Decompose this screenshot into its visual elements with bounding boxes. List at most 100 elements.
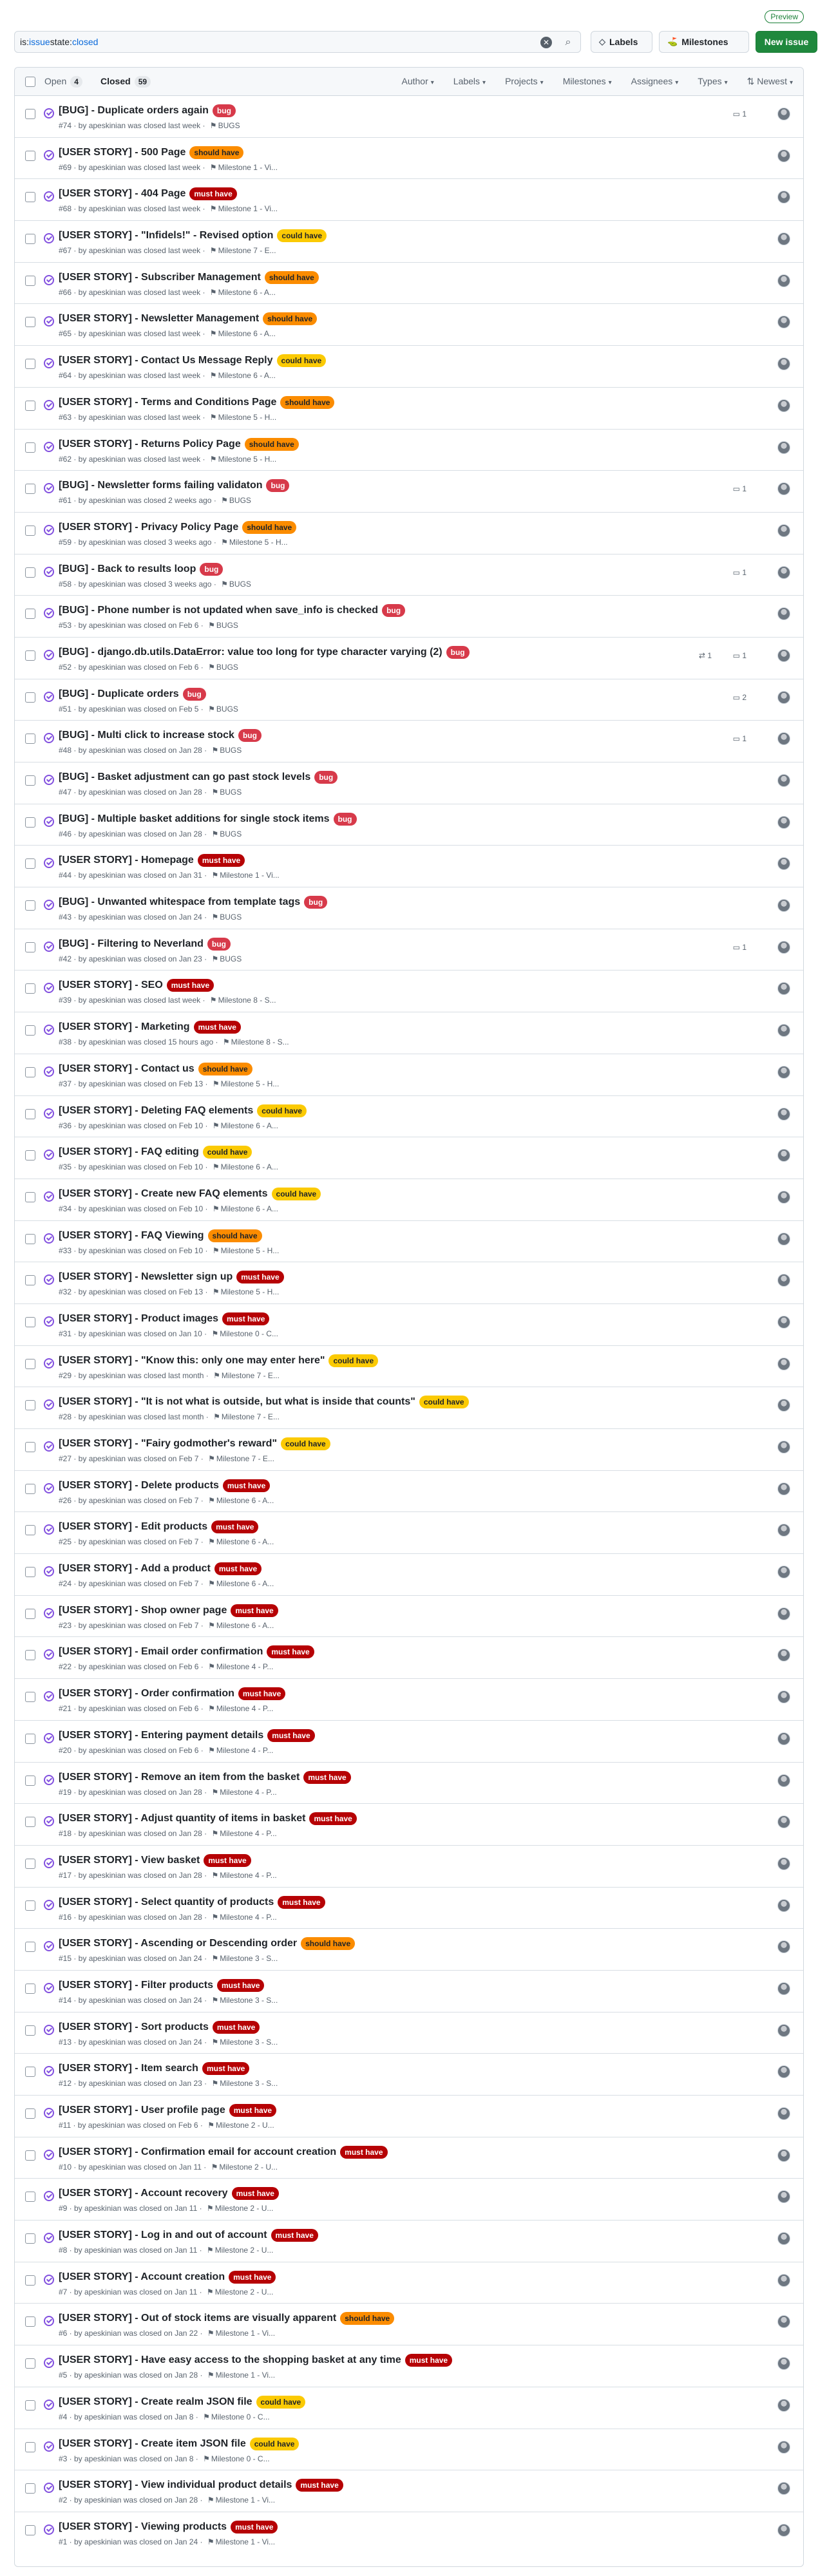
comment-count[interactable]: ▭ 1: [733, 943, 747, 952]
issue-title-link[interactable]: [USER STORY] - Product images: [59, 1313, 218, 1325]
issue-row[interactable]: [USER STORY] - Remove an item from the b…: [15, 1763, 803, 1804]
issue-checkbox[interactable]: [25, 1108, 35, 1119]
assignee-avatar[interactable]: [777, 1274, 790, 1287]
assignee-avatar[interactable]: [777, 982, 790, 996]
issue-milestone-link[interactable]: Milestone 5 - H...: [221, 1246, 280, 1255]
issue-milestone-link[interactable]: Milestone 5 - H...: [229, 538, 288, 547]
issue-label[interactable]: must have: [340, 2145, 388, 2159]
issue-milestone-link[interactable]: Milestone 6 - A...: [221, 1121, 278, 1130]
issue-milestone-link[interactable]: BUGS: [218, 121, 240, 130]
issue-title-link[interactable]: [BUG] - Multiple basket additions for si…: [59, 813, 330, 825]
issue-label[interactable]: must have: [212, 2020, 260, 2034]
assignee-avatar[interactable]: [777, 2482, 790, 2496]
issue-milestone-link[interactable]: Milestone 8 - S...: [218, 996, 276, 1005]
issue-milestone-link[interactable]: Milestone 3 - S...: [220, 2038, 278, 2047]
assignee-avatar[interactable]: [777, 108, 790, 120]
comment-count[interactable]: ▭ 1: [733, 109, 747, 118]
assignee-avatar[interactable]: [777, 1441, 790, 1454]
issue-milestone-link[interactable]: Milestone 3 - S...: [220, 2079, 278, 2088]
issue-checkbox[interactable]: [25, 2358, 35, 2369]
assignee-avatar[interactable]: [777, 1399, 790, 1412]
issue-milestone-link[interactable]: Milestone 7 - E...: [222, 1371, 280, 1380]
issue-title-link[interactable]: [USER STORY] - SEO: [59, 980, 163, 991]
issue-milestone-link[interactable]: Milestone 3 - S...: [220, 1954, 278, 1963]
assignee-avatar[interactable]: [777, 2232, 790, 2246]
issue-title-link[interactable]: [USER STORY] - Viewing products: [59, 2521, 227, 2533]
issue-title-link[interactable]: [USER STORY] - Privacy Policy Page: [59, 522, 238, 533]
issue-milestone-link[interactable]: Milestone 1 - Vi...: [220, 871, 279, 880]
issue-title-link[interactable]: [BUG] - django.db.utils.DataError: value…: [59, 647, 442, 658]
issue-title-link[interactable]: [USER STORY] - Edit products: [59, 1521, 207, 1533]
assignee-avatar[interactable]: [777, 1482, 790, 1495]
issue-row[interactable]: [USER STORY] - SEO must have #39 · by apes…: [15, 971, 803, 1013]
issue-label[interactable]: must have: [303, 1770, 351, 1784]
issue-milestone-link[interactable]: Milestone 1 - Vi...: [216, 2329, 275, 2338]
issue-label[interactable]: bug: [333, 812, 357, 826]
issue-title-link[interactable]: [BUG] - Newsletter forms failing validat…: [59, 480, 262, 491]
issue-row[interactable]: [USER STORY] - Product images must have #3…: [15, 1304, 803, 1346]
issue-label[interactable]: must have: [309, 1812, 357, 1826]
assignee-avatar[interactable]: [777, 1357, 790, 1370]
comment-count[interactable]: ▭ 1: [733, 734, 747, 743]
assignee-avatar[interactable]: [777, 2190, 790, 2204]
assignee-avatar[interactable]: [777, 399, 790, 412]
issue-row[interactable]: [USER STORY] - User profile page must hav…: [15, 2096, 803, 2137]
issue-label[interactable]: bug: [446, 645, 470, 659]
issue-row[interactable]: [USER STORY] - Delete products must have #…: [15, 1471, 803, 1513]
issue-label[interactable]: bug: [304, 896, 328, 909]
tab-closed[interactable]: Closed 59: [100, 76, 151, 88]
issue-title-link[interactable]: [USER STORY] - Homepage: [59, 855, 194, 866]
issue-row[interactable]: [USER STORY] - Confirmation email for ac…: [15, 2137, 803, 2179]
issue-row[interactable]: [USER STORY] - Out of stock items are vi…: [15, 2304, 803, 2346]
comment-count[interactable]: ▭ 1: [733, 484, 747, 493]
issue-title-link[interactable]: [USER STORY] - Account recovery: [59, 2188, 228, 2199]
issue-label[interactable]: must have: [217, 1978, 265, 1992]
issue-checkbox[interactable]: [25, 2400, 35, 2410]
issue-title-link[interactable]: [USER STORY] - "It is not what is outsid…: [59, 1396, 415, 1408]
assignee-avatar[interactable]: [777, 1732, 790, 1745]
issue-row[interactable]: [USER STORY] - FAQ Viewing should have #33…: [15, 1221, 803, 1263]
search-input[interactable]: is: issue state: closed ✕ ⌕: [14, 31, 581, 53]
issue-milestone-link[interactable]: BUGS: [216, 663, 238, 672]
issue-checkbox[interactable]: [25, 1900, 35, 1911]
issue-label[interactable]: bug: [266, 479, 290, 493]
issue-title-link[interactable]: [USER STORY] - "Fairy godmother's reward…: [59, 1438, 277, 1450]
issue-title-link[interactable]: [USER STORY] - Item search: [59, 2063, 198, 2074]
issue-checkbox[interactable]: [25, 858, 35, 869]
issue-checkbox[interactable]: [25, 2275, 35, 2286]
assignee-avatar[interactable]: [777, 1940, 790, 1954]
issue-checkbox[interactable]: [25, 2067, 35, 2078]
issue-row[interactable]: [BUG] - django.db.utils.DataError: value…: [15, 638, 803, 679]
issue-label[interactable]: must have: [238, 1687, 286, 1701]
issue-milestone-link[interactable]: Milestone 2 - U...: [215, 2204, 274, 2213]
assignee-avatar[interactable]: [777, 357, 790, 371]
assignee-avatar[interactable]: [777, 1815, 790, 1829]
filter-author[interactable]: Author ▾: [402, 76, 434, 87]
linked-pr-count[interactable]: ⇄ 1: [699, 651, 712, 660]
issue-label[interactable]: must have: [267, 1645, 314, 1659]
issue-checkbox[interactable]: [25, 1442, 35, 1452]
assignee-avatar[interactable]: [777, 649, 790, 662]
issue-title-link[interactable]: [USER STORY] - Out of stock items are vi…: [59, 2313, 336, 2324]
clear-search-icon[interactable]: ✕: [540, 37, 552, 48]
issue-label[interactable]: must have: [267, 1728, 315, 1742]
issue-checkbox[interactable]: [25, 400, 35, 411]
issue-milestone-link[interactable]: Milestone 2 - U...: [216, 2121, 274, 2130]
issue-title-link[interactable]: [USER STORY] - "Know this: only one may …: [59, 1355, 325, 1367]
issue-checkbox[interactable]: [25, 442, 35, 453]
issue-row[interactable]: [USER STORY] - "Know this: only one may …: [15, 1346, 803, 1388]
issue-row[interactable]: [USER STORY] - View basket must have #17 ·…: [15, 1846, 803, 1888]
assignee-avatar[interactable]: [777, 1899, 790, 1912]
issue-row[interactable]: [BUG] - Basket adjustment can go past st…: [15, 762, 803, 804]
issue-milestone-link[interactable]: Milestone 4 - P...: [216, 1746, 274, 1755]
assignee-avatar[interactable]: [777, 690, 790, 704]
issue-row[interactable]: [USER STORY] - Deleting FAQ elements coul…: [15, 1096, 803, 1138]
issue-row[interactable]: [USER STORY] - Homepage must have #44 · by…: [15, 846, 803, 888]
issue-label[interactable]: must have: [222, 1312, 270, 1325]
issue-checkbox[interactable]: [25, 1692, 35, 1703]
issue-title-link[interactable]: [USER STORY] - Account creation: [59, 2271, 225, 2283]
issue-checkbox[interactable]: [25, 900, 35, 911]
issue-label[interactable]: must have: [229, 2104, 277, 2117]
issue-row[interactable]: [USER STORY] - Viewing products must have…: [15, 2512, 803, 2554]
issue-title-link[interactable]: [USER STORY] - Confirmation email for ac…: [59, 2146, 336, 2158]
